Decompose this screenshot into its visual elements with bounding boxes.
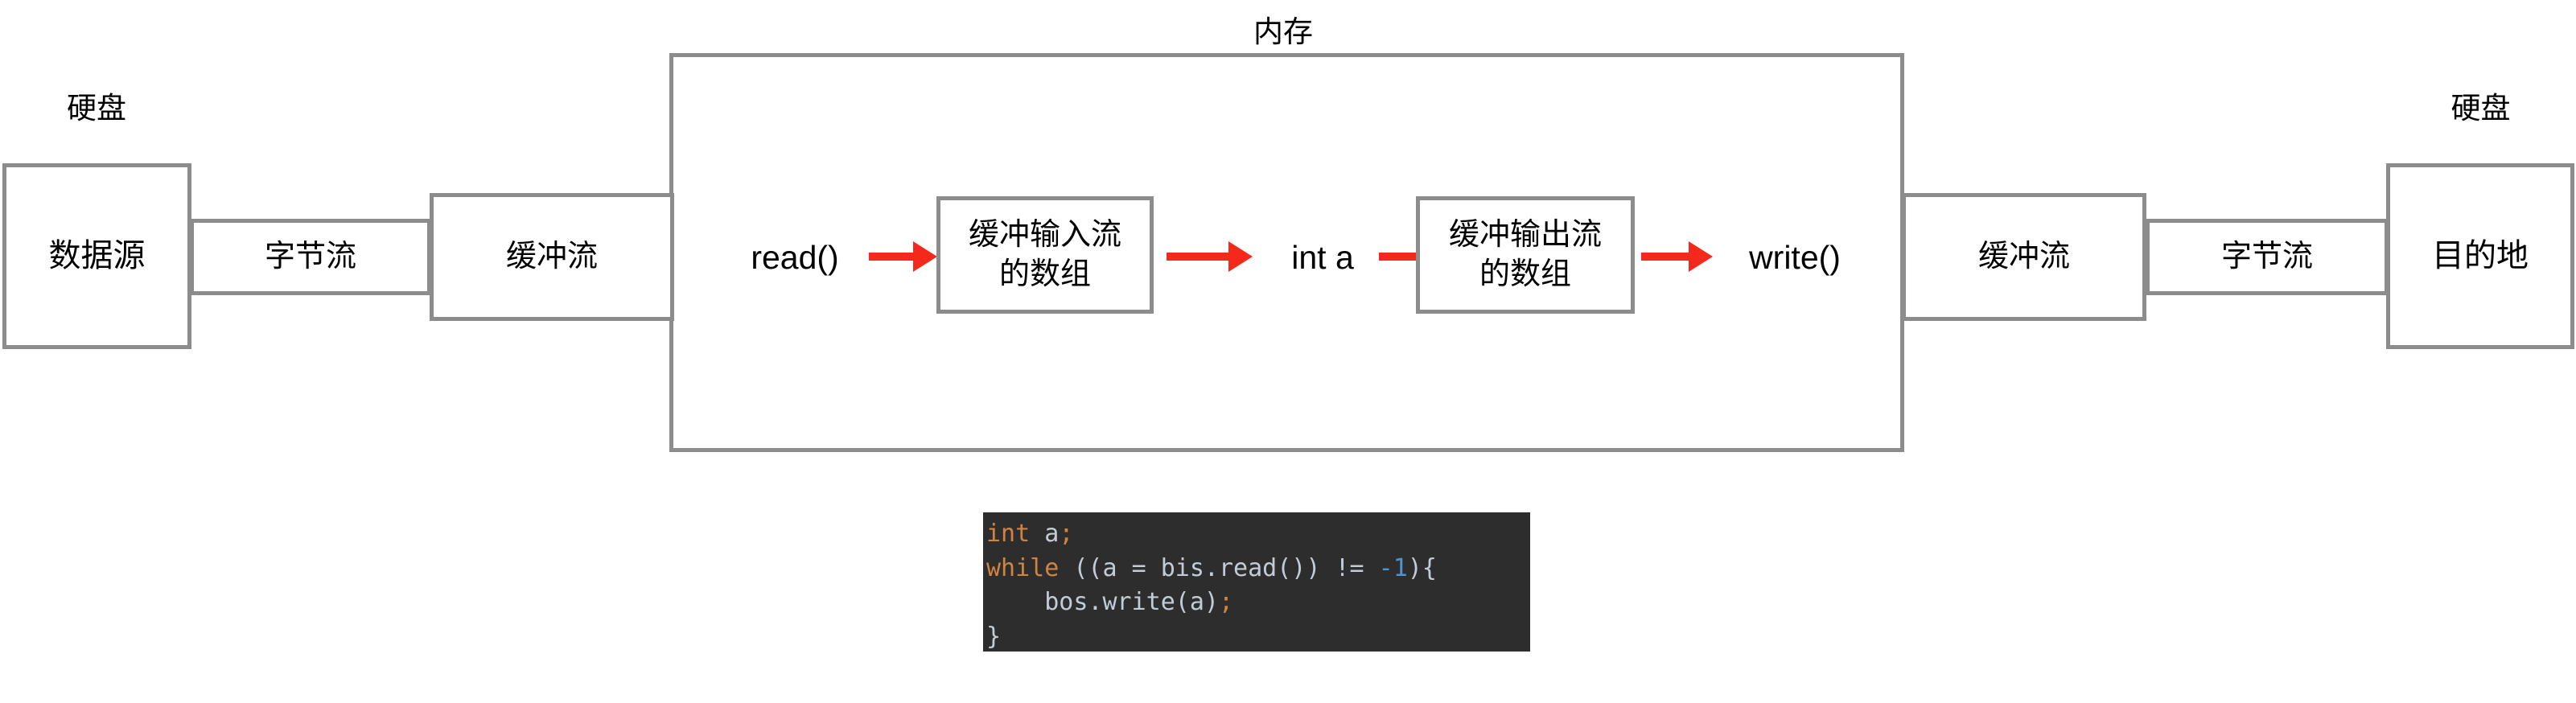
box-data-source: 数据源 xyxy=(2,163,191,349)
code-keyword-while: while xyxy=(986,553,1060,582)
code-number-minus-one: -1 xyxy=(1378,553,1408,582)
code-line-4: } xyxy=(986,623,1001,651)
box-destination-label: 目的地 xyxy=(2432,237,2529,273)
diagram-canvas: 硬盘 内存 硬盘 数据源 字节流 缓冲流 read() 缓冲输入流 的数组 in… xyxy=(0,0,2576,703)
code-block: int a; while ((a = bis.read()) != -1){ b… xyxy=(983,512,1530,652)
label-int-variable-text: int a xyxy=(1291,238,1354,276)
buffered-input-array-line-2: 的数组 xyxy=(998,257,1091,291)
box-buffered-input-array-label: 缓冲输入流 的数组 xyxy=(969,216,1121,294)
code-line-1: int a; xyxy=(986,520,1073,548)
code-line-2: while ((a = bis.read()) != -1){ xyxy=(986,554,1437,582)
code-line-1-punct: ; xyxy=(1059,520,1074,548)
label-int-variable: int a xyxy=(1266,237,1379,278)
caption-memory: 内存 xyxy=(1253,15,1313,48)
box-right-byte-stream: 字节流 xyxy=(2146,219,2389,295)
caption-left-disk: 硬盘 xyxy=(67,92,126,125)
code-line-3-punct: ; xyxy=(1218,588,1234,617)
box-destination: 目的地 xyxy=(2386,163,2574,349)
code-line-2-rest-b: ){ xyxy=(1407,553,1437,582)
code-line-4-rest: } xyxy=(986,622,1002,651)
arrow-input-array-to-int xyxy=(1167,241,1253,272)
label-write-call-text: write() xyxy=(1749,238,1841,276)
box-buffered-output-array-label: 缓冲输出流 的数组 xyxy=(1449,216,1602,294)
code-line-3: bos.write(a); xyxy=(986,588,1233,616)
code-line-2-rest-a: ((a = bis.read()) != xyxy=(1059,553,1379,582)
box-right-buffered-stream-label: 缓冲流 xyxy=(1977,240,2070,274)
box-left-buffered-stream-label: 缓冲流 xyxy=(505,240,598,274)
caption-right-disk: 硬盘 xyxy=(2450,92,2511,125)
box-buffered-output-array: 缓冲输出流 的数组 xyxy=(1416,196,1635,314)
box-left-byte-stream: 字节流 xyxy=(190,219,431,295)
label-write-call: write() xyxy=(1718,237,1871,278)
buffered-input-array-line-1: 缓冲输入流 xyxy=(968,218,1121,253)
label-read-call-text: read() xyxy=(751,238,839,276)
arrow-read-to-input-array xyxy=(869,241,937,272)
box-left-buffered-stream: 缓冲流 xyxy=(430,193,674,321)
box-data-source-label: 数据源 xyxy=(48,237,146,273)
box-left-byte-stream-label: 字节流 xyxy=(264,240,356,274)
code-line-1-rest: a xyxy=(1030,520,1060,548)
box-right-byte-stream-label: 字节流 xyxy=(2220,240,2313,274)
code-line-3-rest: bos.write(a) xyxy=(986,588,1219,617)
buffered-output-array-line-1: 缓冲输出流 xyxy=(1448,218,1602,253)
arrow-output-array-to-write xyxy=(1641,241,1713,272)
label-read-call: read() xyxy=(722,237,867,278)
buffered-output-array-line-2: 的数组 xyxy=(1479,257,1571,291)
box-right-buffered-stream: 缓冲流 xyxy=(1902,193,2146,321)
box-buffered-input-array: 缓冲输入流 的数组 xyxy=(936,196,1154,314)
code-keyword-int: int xyxy=(986,520,1031,548)
